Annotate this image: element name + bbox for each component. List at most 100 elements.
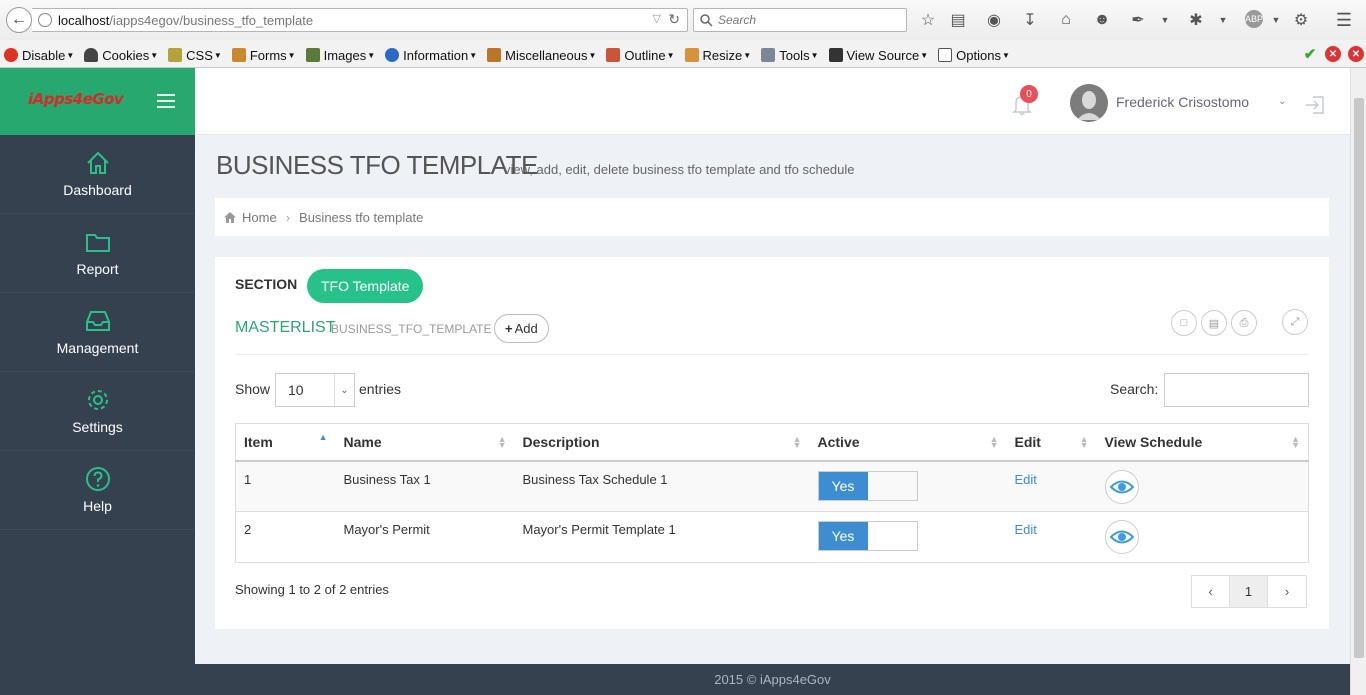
sidebar-item-dashboard[interactable]: Dashboard xyxy=(0,135,195,214)
toggle-on-label: Yes xyxy=(818,471,868,500)
pdf-export-icon[interactable]: □ xyxy=(1171,310,1197,336)
devbar-label: CSS xyxy=(186,47,213,63)
devbar-label: Outline xyxy=(624,47,666,63)
devbar-label: View Source xyxy=(846,47,920,63)
active-toggle[interactable]: Yes xyxy=(817,470,918,501)
add-button[interactable]: + Add xyxy=(494,314,549,343)
menu-icon[interactable]: ☰ xyxy=(1334,10,1354,30)
plus-icon: + xyxy=(505,321,513,336)
fullscreen-icon[interactable]: ⤢ xyxy=(1282,309,1308,335)
pager-next[interactable]: › xyxy=(1268,576,1306,607)
edit-link[interactable]: Edit xyxy=(1015,472,1037,487)
home-browser-icon[interactable]: ⌂ xyxy=(1056,10,1076,30)
column-header-item[interactable]: Item ▲ xyxy=(235,423,336,462)
portlet: SECTION TFO Template MASTERLIST BUSINESS… xyxy=(215,257,1329,629)
devbar-cookies[interactable]: Cookies ▼ xyxy=(84,48,158,63)
browser-search-input[interactable]: Search xyxy=(693,8,907,32)
column-header-name[interactable]: Name ▲ ▼ xyxy=(335,423,515,462)
devbar-view-source[interactable]: View Source ▼ xyxy=(828,47,928,63)
breadcrumb-home[interactable]: Home xyxy=(242,210,277,225)
devbar-resize[interactable]: Resize ▼ xyxy=(684,47,751,63)
reading-list-icon[interactable]: ▤ xyxy=(948,10,968,30)
cell-name: Mayor's Permit xyxy=(335,511,515,563)
footer: 2015 © iApps4eGov xyxy=(195,664,1350,695)
outline-icon xyxy=(606,48,621,62)
column-header-description[interactable]: Description ▲ ▼ xyxy=(514,423,810,462)
sidebar-item-management[interactable]: Management xyxy=(0,293,195,372)
extension-face-icon[interactable]: ⚙ xyxy=(1291,10,1311,30)
breadcrumb-current: Business tfo template xyxy=(299,209,424,225)
table-info: Showing 1 to 2 of 2 entries xyxy=(235,582,389,597)
brand-logo[interactable]: iApps4eGov xyxy=(28,90,124,108)
devbar-miscellaneous[interactable]: Miscellaneous ▼ xyxy=(487,48,596,63)
devbar-css[interactable]: CSS ▼ xyxy=(168,48,222,63)
adblock-icon[interactable]: ABP xyxy=(1245,10,1263,28)
devbar-images[interactable]: Images ▼ xyxy=(305,48,375,63)
section-pill[interactable]: TFO Template xyxy=(307,269,424,303)
main-content: BUSINESS TFO TEMPLATE view, add, edit, d… xyxy=(195,135,1350,664)
chevron-down-icon[interactable]: ▼ xyxy=(1266,10,1286,30)
back-arrow-icon[interactable]: ← xyxy=(6,7,32,33)
edit-link[interactable]: Edit xyxy=(1015,522,1037,537)
pager-prev[interactable]: ‹ xyxy=(1192,576,1230,607)
pocket-icon[interactable]: ◉ xyxy=(984,10,1004,30)
download-icon[interactable]: ↧ xyxy=(1020,10,1040,30)
user-name[interactable]: Frederick Crisostomo xyxy=(1116,94,1249,110)
devbar-disable[interactable]: Disable ▼ xyxy=(4,48,74,63)
active-toggle[interactable]: Yes xyxy=(817,521,918,551)
home-icon xyxy=(224,211,236,223)
section-label: SECTION xyxy=(235,276,298,292)
scrollbar-thumb[interactable] xyxy=(1354,98,1364,658)
bookmark-star-icon[interactable]: ☆ xyxy=(918,10,938,30)
view-schedule-button[interactable] xyxy=(1104,469,1139,504)
chat-icon[interactable]: ☻ xyxy=(1092,10,1112,30)
address-bar[interactable]: localhost/iapps4egov/business_tfo_templa… xyxy=(32,8,688,32)
devbar-outline[interactable]: Outline ▼ xyxy=(606,47,675,63)
url-dropdown-icon[interactable]: ▽ xyxy=(653,12,661,25)
table-search-input[interactable] xyxy=(1164,373,1309,407)
sidebar-item-report[interactable]: Report xyxy=(0,214,195,293)
add-button-label: Add xyxy=(514,321,538,336)
devbar-options[interactable]: Options ▼ xyxy=(938,48,1010,63)
chevron-down-icon[interactable]: ⌄ xyxy=(1278,96,1286,107)
view-schedule-button[interactable] xyxy=(1104,520,1139,554)
pager-page-1[interactable]: 1 xyxy=(1230,576,1268,607)
devbar-label: Miscellaneous xyxy=(505,47,588,63)
breadcrumb: Home › Business tfo template xyxy=(215,198,1329,236)
close-red-icon[interactable]: ✕ xyxy=(1325,46,1341,62)
hamburger-menu-icon[interactable] xyxy=(157,94,175,108)
cell-active: Yes xyxy=(809,460,1007,512)
eyedropper-icon[interactable]: ✒ xyxy=(1128,10,1148,30)
avatar[interactable] xyxy=(1070,84,1108,122)
devbar-tools[interactable]: Tools ▼ xyxy=(761,48,819,63)
css-icon xyxy=(168,48,183,62)
sidebar-item-settings[interactable]: Settings xyxy=(0,372,195,451)
devbar-label: Resize xyxy=(702,47,743,63)
page-size-value: 10 xyxy=(288,382,304,398)
devbar-label: Information xyxy=(403,47,469,63)
column-header-active[interactable]: Active ▲ ▼ xyxy=(809,423,1007,462)
scrollbar[interactable] xyxy=(1350,68,1366,695)
page-size-select[interactable]: 10 ⌄ xyxy=(275,373,355,407)
browser-navbar: ← localhost/iapps4egov/business_tfo_temp… xyxy=(0,0,1366,40)
sidebar-item-label: Help xyxy=(83,498,112,514)
chevron-down-icon[interactable]: ▼ xyxy=(1155,10,1175,30)
document-export-icon[interactable]: ▤ xyxy=(1201,310,1227,336)
logout-icon[interactable] xyxy=(1305,96,1325,114)
sidebar-item-label: Dashboard xyxy=(63,182,132,198)
sidebar-item-help[interactable]: Help xyxy=(0,451,195,530)
checkmark-icon[interactable]: ✔ xyxy=(1302,46,1318,63)
extension-icon[interactable]: ✱ xyxy=(1186,10,1206,30)
cell-active: Yes xyxy=(809,511,1007,563)
print-icon[interactable]: ⎙ xyxy=(1231,310,1257,336)
close-red-icon[interactable]: ✕ xyxy=(1348,46,1364,62)
reload-icon[interactable]: ↻ xyxy=(668,11,680,28)
devbar-forms[interactable]: Forms ▼ xyxy=(231,48,296,63)
divider xyxy=(235,354,1309,355)
sort-icon: ▲ ▼ xyxy=(497,434,507,450)
column-header-edit[interactable]: Edit ▲ ▼ xyxy=(1006,423,1097,462)
column-header-view-schedule[interactable]: View Schedule ▲ ▼ xyxy=(1096,423,1309,462)
devbar-information[interactable]: Information ▼ xyxy=(385,48,477,63)
sort-asc-icon: ▲ xyxy=(318,432,328,442)
chevron-down-icon[interactable]: ▼ xyxy=(1213,10,1233,30)
